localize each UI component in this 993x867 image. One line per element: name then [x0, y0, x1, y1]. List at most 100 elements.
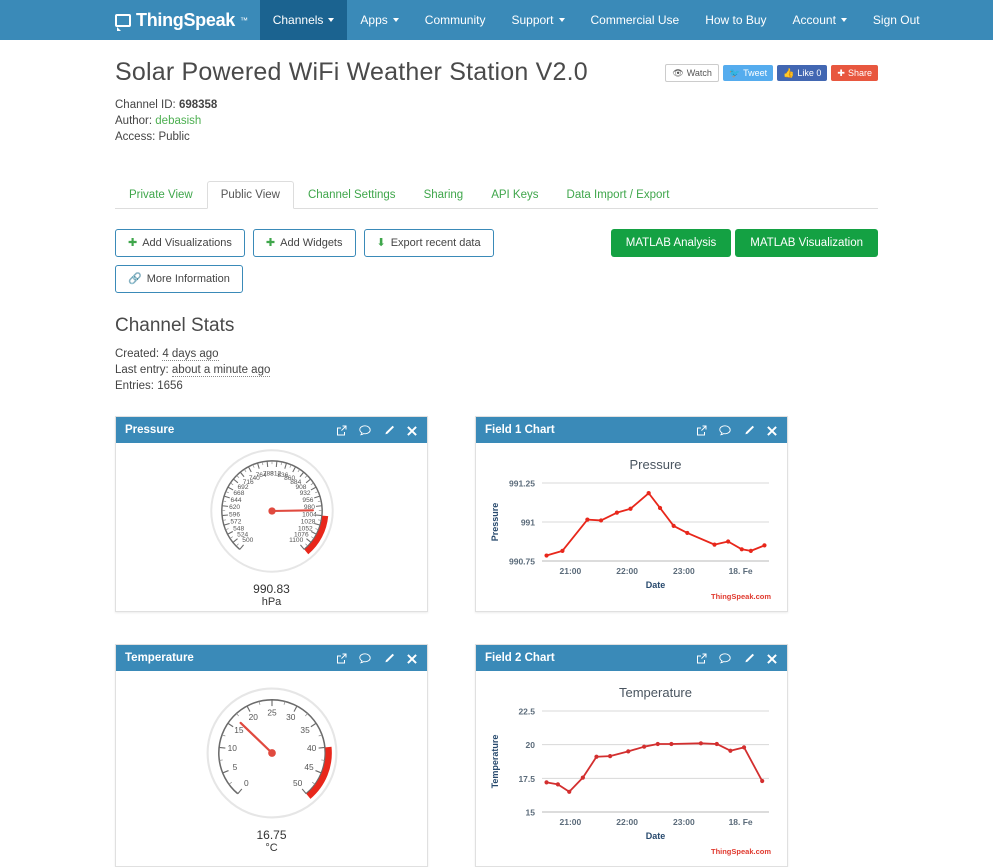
watch-button[interactable]: 👁 Watch — [665, 64, 719, 82]
nav-item-channels[interactable]: Channels — [260, 0, 348, 40]
svg-text:30: 30 — [286, 712, 296, 722]
widget-header: Temperature — [116, 645, 427, 671]
svg-text:0: 0 — [244, 777, 249, 787]
close-icon[interactable] — [767, 425, 778, 436]
tab-api-keys[interactable]: API Keys — [477, 181, 552, 208]
widget-body: Pressure990.75991991.2521:0022:0023:0018… — [476, 443, 787, 611]
nav-label: Support — [511, 13, 553, 27]
tab-sharing[interactable]: Sharing — [410, 181, 478, 208]
svg-text:20: 20 — [248, 712, 258, 722]
channel-id-line: Channel ID: 698358 — [115, 97, 878, 113]
gauge-dial: 5005245485725966206446686927167407647888… — [206, 445, 338, 577]
widget-grid: Pressure 5005245485725966206446686927167… — [115, 416, 878, 867]
svg-text:35: 35 — [300, 724, 310, 734]
widget-body: 05101520253035404550 16.75 °C — [116, 671, 427, 866]
edit-pencil-icon[interactable] — [743, 425, 755, 436]
edit-pencil-icon[interactable] — [383, 653, 395, 664]
stat-created: Created: 4 days ago — [115, 346, 878, 362]
chevron-down-icon — [393, 18, 399, 22]
widget-title: Field 1 Chart — [485, 424, 555, 436]
widget-actions — [336, 653, 418, 664]
nav-item-apps[interactable]: Apps — [347, 0, 411, 40]
widget-header: Field 2 Chart — [476, 645, 787, 671]
gauge-temperature: 05101520253035404550 16.75 °C — [202, 683, 342, 855]
watch-label: Watch — [687, 67, 712, 79]
external-link-icon[interactable] — [336, 425, 347, 436]
comment-icon[interactable] — [359, 425, 371, 436]
widget-title: Temperature — [125, 652, 194, 664]
comment-icon[interactable] — [359, 653, 371, 664]
nav-item-sign-out[interactable]: Sign Out — [860, 0, 933, 40]
svg-text:Pressure: Pressure — [629, 457, 681, 472]
stat-last-entry: Last entry: about a minute ago — [115, 362, 878, 378]
gauge-dial: 05101520253035404550 — [202, 683, 342, 823]
comment-icon[interactable] — [719, 425, 731, 436]
export-recent-data-button[interactable]: ⬇ Export recent data — [364, 229, 494, 257]
external-link-icon[interactable] — [696, 653, 707, 664]
svg-text:Temperature: Temperature — [619, 685, 692, 700]
facebook-like-button[interactable]: 👍 Like 0 — [777, 65, 827, 81]
channel-meta: Channel ID: 698358 Author: debasish Acce… — [115, 97, 878, 145]
svg-text:22:00: 22:00 — [616, 817, 638, 827]
channel-author-line: Author: debasish — [115, 113, 878, 129]
close-icon[interactable] — [407, 425, 418, 436]
nav-item-commercial-use[interactable]: Commercial Use — [578, 0, 693, 40]
channel-id-label: Channel ID: — [115, 99, 176, 111]
widget-header: Pressure — [116, 417, 427, 443]
thingspeak-logo[interactable]: ThingSpeak™ — [115, 0, 260, 40]
channel-access-line: Access: Public — [115, 129, 878, 145]
plus-icon: ✚ — [837, 67, 845, 79]
channel-author-link[interactable]: debasish — [155, 115, 201, 127]
matlab-visualization-button[interactable]: MATLAB Visualization — [735, 229, 878, 257]
add-widgets-button[interactable]: ✚ Add Widgets — [253, 229, 356, 257]
action-toolbar: ✚ Add Visualizations ✚ Add Widgets ⬇ Exp… — [115, 229, 878, 301]
svg-text:991.25: 991.25 — [509, 479, 535, 489]
widget-title: Field 2 Chart — [485, 652, 555, 664]
svg-text:40: 40 — [307, 743, 317, 753]
last-entry-label: Last entry: — [115, 364, 169, 376]
gauge-value: 16.75 — [202, 828, 342, 842]
twitter-bird-icon: 🐦 — [729, 67, 740, 79]
link-icon: 🔗 — [128, 274, 142, 285]
tab-data-import-export[interactable]: Data Import / Export — [553, 181, 684, 208]
nav-item-support[interactable]: Support — [498, 0, 577, 40]
navbar-right-group: Commercial Use How to Buy Account Sign O… — [578, 0, 933, 40]
svg-text:991: 991 — [521, 518, 535, 528]
svg-text:572: 572 — [230, 519, 241, 526]
svg-text:1004: 1004 — [302, 512, 317, 519]
widget-field1-chart: Field 1 Chart Pressure990.75991991.2521:… — [475, 416, 788, 612]
svg-text:596: 596 — [229, 512, 240, 519]
svg-text:21:00: 21:00 — [560, 566, 582, 576]
svg-text:Date: Date — [646, 580, 666, 590]
svg-text:548: 548 — [233, 526, 244, 533]
tab-private-view[interactable]: Private View — [115, 181, 207, 208]
close-icon[interactable] — [407, 653, 418, 664]
widget-actions — [696, 653, 778, 664]
edit-pencil-icon[interactable] — [743, 653, 755, 664]
widget-body: Temperature1517.52022.521:0022:0023:0018… — [476, 671, 787, 866]
matlab-analysis-button[interactable]: MATLAB Analysis — [611, 229, 732, 257]
button-label: Add Visualizations — [142, 237, 232, 249]
button-label: Export recent data — [391, 237, 481, 249]
add-visualizations-button[interactable]: ✚ Add Visualizations — [115, 229, 245, 257]
gauge-value: 990.83 — [206, 582, 338, 596]
nav-item-community[interactable]: Community — [412, 0, 499, 40]
external-link-icon[interactable] — [696, 425, 707, 436]
plus-square-icon: ✚ — [128, 238, 137, 249]
external-link-icon[interactable] — [336, 653, 347, 664]
more-information-button[interactable]: 🔗 More Information — [115, 265, 243, 293]
comment-icon[interactable] — [719, 653, 731, 664]
nav-item-how-to-buy[interactable]: How to Buy — [692, 0, 779, 40]
svg-text:45: 45 — [304, 762, 314, 772]
svg-text:10: 10 — [227, 743, 237, 753]
close-icon[interactable] — [767, 653, 778, 664]
edit-pencil-icon[interactable] — [383, 425, 395, 436]
matlab-buttons: MATLAB Analysis MATLAB Visualization — [611, 229, 878, 257]
tweet-button[interactable]: 🐦 Tweet — [723, 65, 773, 81]
share-button[interactable]: ✚ Share — [831, 65, 878, 81]
toolbar-row-secondary: 🔗 More Information — [115, 265, 878, 293]
nav-item-account[interactable]: Account — [780, 0, 860, 40]
tab-public-view[interactable]: Public View — [207, 181, 294, 209]
tab-channel-settings[interactable]: Channel Settings — [294, 181, 410, 208]
navbar-left-group: ThingSpeak™ Channels Apps Community Supp… — [115, 0, 578, 40]
